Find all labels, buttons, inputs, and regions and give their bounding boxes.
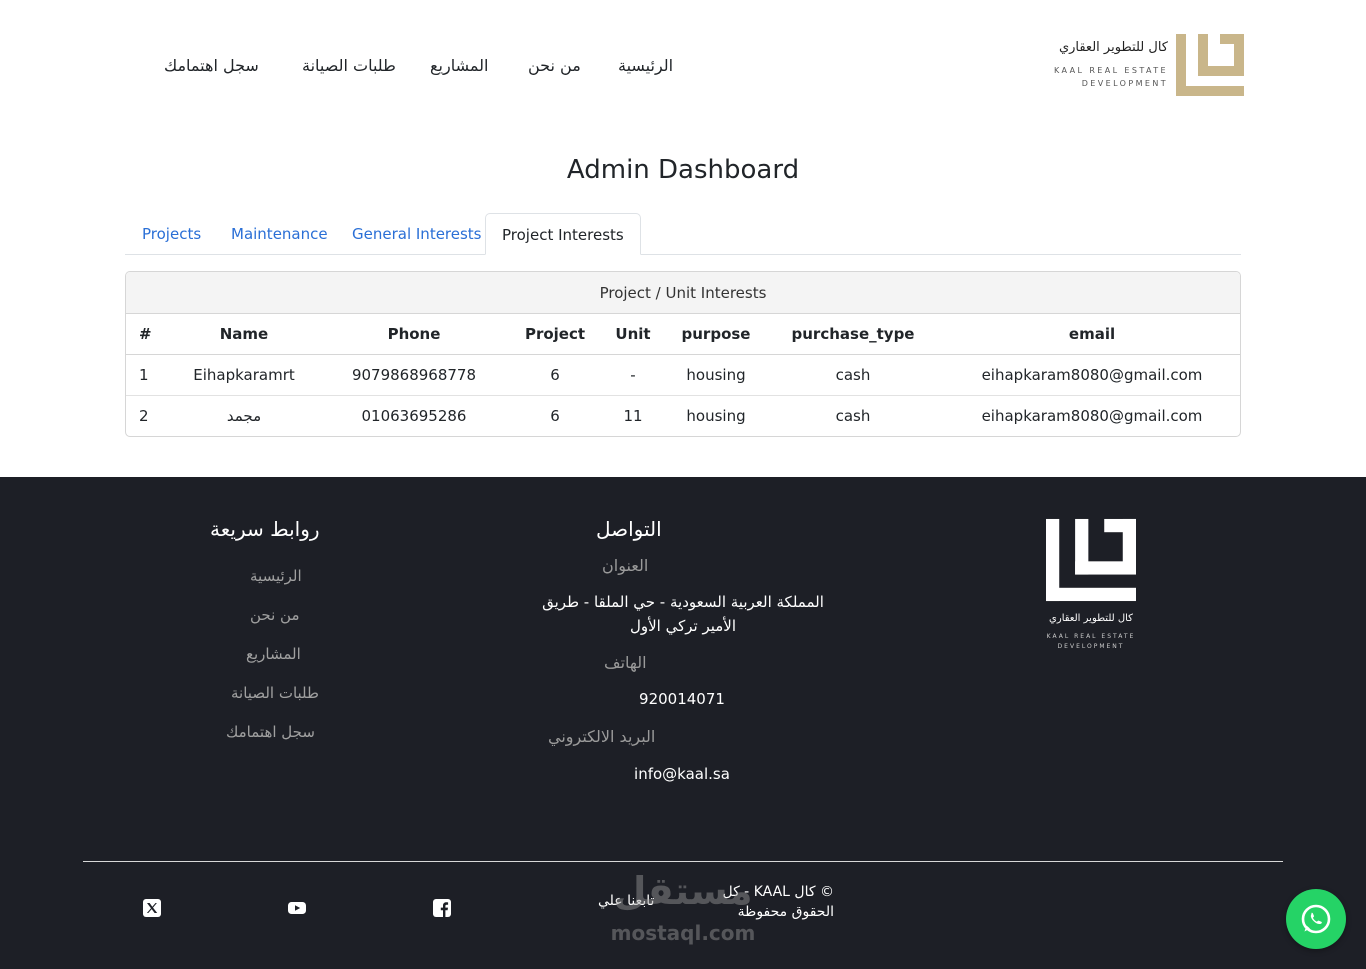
tab-project-interests[interactable]: Project Interests [485,213,641,255]
nav-home[interactable]: الرئيسية [618,56,673,75]
footer-divider [83,861,1283,862]
table-row: 2 مجمد 01063695286 6 11 housing cash eih… [126,395,1240,436]
table-row: 1 Eihapkaramrt 9079868968778 6 - housing… [126,354,1240,396]
nav-register-interest[interactable]: سجل اهتمامك [164,56,259,75]
footer-logo[interactable]: كال للتطوير العقاري KAAL REAL ESTATE DEV… [1046,517,1138,650]
youtube-icon[interactable] [288,899,306,917]
page-title: Admin Dashboard [566,155,800,185]
email-text[interactable]: info@kaal.sa [582,762,782,786]
footer-link-register-interest[interactable]: سجل اهتمامك [226,723,315,741]
address-text: المملكة العربية السعودية - حي الملقا - ط… [542,593,824,635]
cell-email: eihapkaram8080@gmail.com [944,354,1240,396]
phone-label: الهاتف [604,653,647,672]
dashboard-tabs: Projects Maintenance General Interests P… [125,213,1241,255]
tab-general-interests[interactable]: General Interests [336,213,498,255]
whatsapp-button[interactable] [1286,889,1346,949]
footer-link-about[interactable]: من نحن [250,606,300,624]
cell-name: Eihapkaramrt [174,354,314,396]
col-project: Project [514,314,596,355]
cell-email: eihapkaram8080@gmail.com [981,406,1203,425]
col-index: # [126,314,174,355]
email-label: البريد الالكتروني [548,727,656,746]
footer-brand-name-en: KAAL REAL ESTATE [1046,633,1136,640]
interests-card: Project / Unit Interests # Name Phone Pr… [125,271,1241,437]
col-purchase-type: purchase_type [762,314,944,355]
footer-link-projects[interactable]: المشاريع [246,645,301,663]
address-label: العنوان [602,556,649,575]
cell-index: 2 [139,406,149,425]
watermark-latin: mostaql.com [610,921,756,945]
brand-name-en-sub: DEVELOPMENT [1081,79,1168,88]
col-unit: Unit [596,314,670,355]
cell-project: 6 [550,406,560,425]
cell-unit: - [596,354,670,396]
tab-maintenance[interactable]: Maintenance [215,213,344,255]
cell-purchase-type: cash [835,406,871,425]
kaal-logo-mark-icon [1046,518,1136,602]
brand-name-ar: كال للتطوير العقاري [1058,40,1168,55]
phone-text[interactable]: 920014071 [582,687,782,711]
col-phone: Phone [314,314,514,355]
cell-index: 1 [126,354,174,396]
cell-purpose: housing [686,406,746,425]
footer-brand-name-ar: كال للتطوير العقاري [1049,613,1133,624]
table-header-row: # Name Phone Project Unit purpose purcha… [126,314,1240,355]
tab-projects[interactable]: Projects [126,213,217,255]
cell-purpose: housing [670,354,762,396]
quick-links-heading: روابط سريعة [210,517,320,541]
card-title: Project / Unit Interests [126,272,1240,314]
footer-brand-name-en-sub: DEVELOPMENT [1057,643,1125,650]
col-email: email [944,314,1240,355]
nav-about[interactable]: من نحن [528,56,581,75]
footer-link-maintenance[interactable]: طلبات الصيانة [231,684,319,702]
nav-projects[interactable]: المشاريع [430,56,488,75]
cell-phone: 01063695286 [361,406,467,425]
nav-maintenance[interactable]: طلبات الصيانة [302,56,396,75]
cell-purchase-type: cash [762,354,944,396]
col-purpose: purpose [670,314,762,355]
site-footer: كال للتطوير العقاري KAAL REAL ESTATE DEV… [0,477,1366,969]
footer-link-home[interactable]: الرئيسية [250,567,302,585]
main-nav: الرئيسية من نحن المشاريع طلبات الصيانة س… [0,56,1366,78]
cell-phone: 9079868968778 [314,354,514,396]
cell-name: مجمد [226,406,262,425]
interests-table: # Name Phone Project Unit purpose purcha… [126,314,1240,436]
cell-project: 6 [514,354,596,396]
copyright-text: © كال KAAL - كل الحقوق محفوظة [722,884,834,920]
facebook-icon[interactable] [433,899,451,917]
contact-heading: التواصل [596,517,662,541]
whatsapp-icon [1301,904,1331,934]
col-name: Name [174,314,314,355]
follow-us-label: تابعنا علي [598,893,655,909]
x-twitter-icon[interactable] [143,899,161,917]
site-header: كال للتطوير العقاري KAAL REAL ESTATE DEV… [0,0,1366,130]
cell-unit: 11 [623,406,643,425]
